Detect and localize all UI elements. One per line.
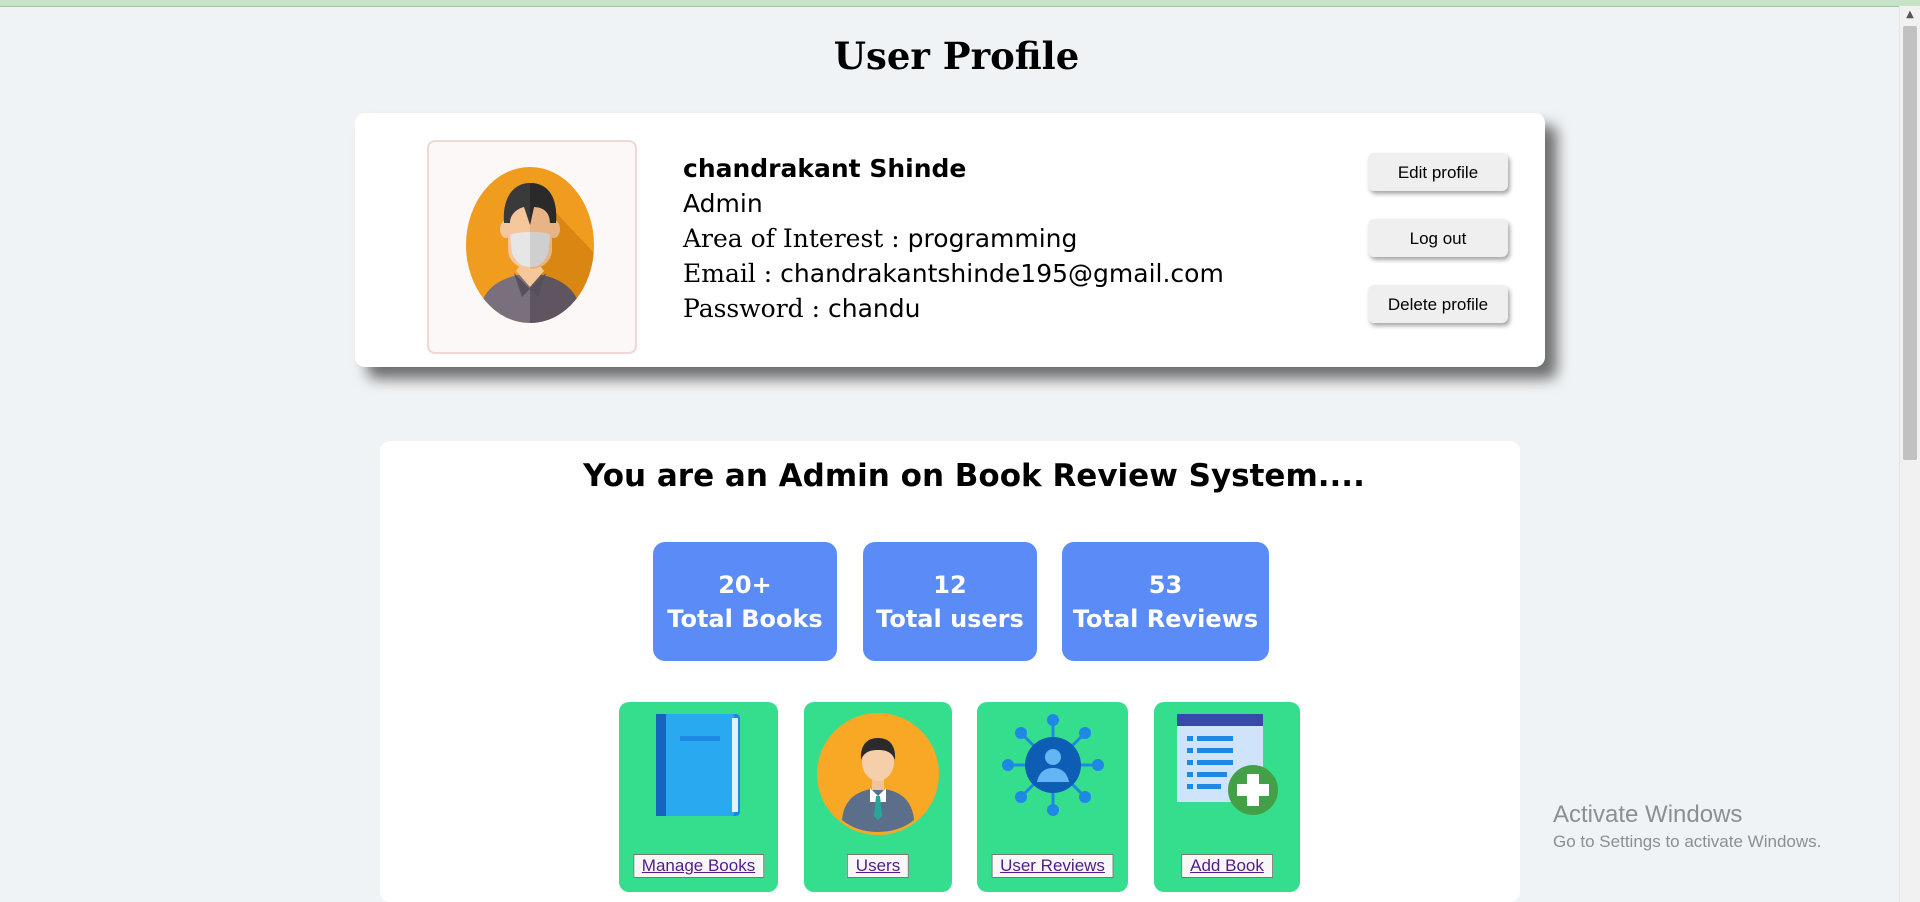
area-of-interest: Area of Interest : programming — [683, 221, 1224, 256]
email-label: Email : — [683, 259, 781, 288]
user-icon — [817, 713, 939, 835]
stat-value: 20+ — [718, 570, 772, 599]
avatar-icon — [466, 167, 594, 323]
stat-total-reviews: 53 Total Reviews — [1062, 542, 1269, 661]
windows-activation-watermark: Activate Windows Go to Settings to activ… — [1553, 800, 1821, 854]
profile-card: chandrakant Shinde Admin Area of Interes… — [355, 113, 1545, 367]
user-role: Admin — [683, 189, 763, 218]
password: Password : chandu — [683, 291, 1224, 326]
log-out-button[interactable]: Log out — [1368, 219, 1508, 257]
profile-actions: Edit profile Log out Delete profile — [1368, 153, 1508, 351]
user-name: chandrakant Shinde — [683, 154, 967, 183]
stat-value: 53 — [1148, 570, 1183, 599]
admin-heading: You are an Admin on Book Review System..… — [583, 458, 1365, 494]
tile-user-reviews[interactable]: User Reviews — [977, 702, 1128, 892]
email: Email : chandrakantshinde195@gmail.com — [683, 256, 1224, 291]
book-icon — [655, 714, 740, 816]
avatar-frame — [427, 140, 637, 354]
scroll-up-arrow-icon[interactable]: ▲ — [1900, 6, 1920, 24]
manage-books-link[interactable]: Manage Books — [632, 854, 765, 878]
edit-profile-button[interactable]: Edit profile — [1368, 153, 1508, 191]
password-label: Password : — [683, 294, 828, 323]
add-book-link[interactable]: Add Book — [1181, 854, 1273, 878]
admin-panel: You are an Admin on Book Review System..… — [380, 441, 1520, 902]
stat-label: Total users — [876, 604, 1024, 633]
interest-value: programming — [907, 224, 1078, 253]
stat-value: 12 — [933, 570, 967, 599]
scrollbar-thumb[interactable] — [1903, 26, 1917, 460]
interest-label: Area of Interest : — [683, 224, 908, 253]
tile-users[interactable]: Users — [804, 702, 952, 892]
user-info: chandrakant Shinde Admin Area of Interes… — [683, 151, 1224, 326]
watermark-subtitle: Go to Settings to activate Windows. — [1553, 832, 1822, 851]
browser-top-bar — [0, 0, 1920, 7]
user-reviews-link[interactable]: User Reviews — [991, 854, 1114, 878]
stat-label: Total Reviews — [1072, 604, 1259, 633]
tile-add-book[interactable]: Add Book — [1154, 702, 1300, 892]
page-title: User Profile — [833, 34, 1080, 78]
watermark-title: Activate Windows — [1553, 801, 1743, 828]
stat-label: Total Books — [667, 604, 823, 633]
email-value: chandrakantshinde195@gmail.com — [780, 259, 1224, 288]
users-link[interactable]: Users — [846, 854, 910, 878]
delete-profile-button[interactable]: Delete profile — [1368, 285, 1508, 323]
password-value: chandu — [827, 294, 921, 323]
stat-total-books: 20+ Total Books — [653, 542, 837, 661]
tile-manage-books[interactable]: Manage Books — [619, 702, 778, 892]
stat-total-users: 12 Total users — [863, 542, 1037, 661]
add-document-icon — [1177, 714, 1278, 815]
network-icon — [1001, 714, 1104, 816]
